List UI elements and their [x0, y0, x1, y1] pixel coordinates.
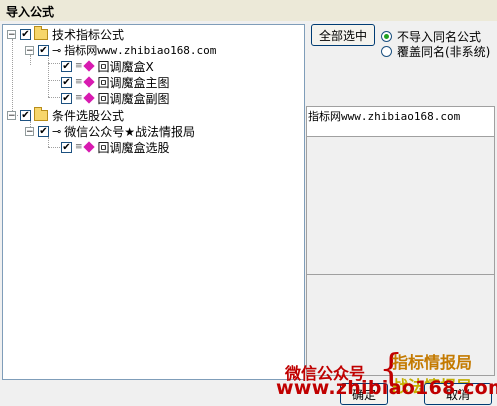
- tree-line: [48, 147, 60, 148]
- collapse-icon[interactable]: −: [25, 45, 34, 55]
- formula-type-icon: ≡: [75, 142, 83, 152]
- source-label: 指标网www.zhibiao168.com: [64, 44, 217, 57]
- tree-line: [48, 55, 49, 97]
- collapse-icon[interactable]: −: [7, 110, 16, 120]
- tree-line: [48, 80, 60, 81]
- tree-node-source[interactable]: − ✔ ⊸ 微信公众号★战法情报局: [25, 123, 195, 139]
- formula-checkbox[interactable]: ✔: [61, 92, 72, 104]
- option-label: 覆盖同名(非系统): [397, 45, 491, 59]
- tree-node-formula[interactable]: ✔ ≡ 回调魔盒X: [61, 58, 154, 74]
- radio-button[interactable]: [381, 46, 392, 57]
- title-bar: 导入公式: [0, 0, 497, 22]
- tree-node-group[interactable]: − ✔ 条件选股公式: [7, 106, 125, 123]
- formula-type-icon: ≡: [75, 61, 83, 71]
- folder-icon: [34, 25, 48, 40]
- formula-checkbox[interactable]: ✔: [61, 60, 72, 72]
- formula-label: 回调魔盒选股: [97, 140, 170, 155]
- source-info-row: 指标网www.zhibiao168.com: [307, 107, 494, 137]
- formula-diamond-icon: [82, 60, 95, 72]
- group-checkbox[interactable]: ✔: [20, 109, 31, 121]
- collapse-icon[interactable]: −: [7, 29, 16, 39]
- source-info-text: 指标网www.zhibiao168.com: [308, 110, 461, 123]
- folder-icon: [34, 106, 48, 121]
- formula-label: 回调魔盒副图: [97, 91, 170, 106]
- info-panel: 指标网www.zhibiao168.com: [306, 106, 495, 376]
- group-label: 条件选股公式: [52, 108, 125, 123]
- formula-checkbox[interactable]: ✔: [61, 141, 72, 153]
- formula-label: 回调魔盒主图: [97, 75, 170, 90]
- watermark-brand-top: 指标情报局: [392, 353, 473, 372]
- formula-tree[interactable]: − ✔ 技术指标公式 − ✔ ⊸ 指标网www.zhibiao168.com ✔…: [2, 24, 305, 380]
- watermark-url: www.zhibiao168.com: [276, 377, 497, 399]
- source-label: 微信公众号★战法情报局: [64, 124, 195, 139]
- source-checkbox[interactable]: ✔: [38, 44, 49, 56]
- radio-button[interactable]: [381, 31, 392, 42]
- tree-node-formula[interactable]: ✔ ≡ 回调魔盒副图: [61, 90, 170, 106]
- formula-type-icon: ≡: [75, 93, 83, 103]
- collapse-icon[interactable]: −: [25, 126, 34, 136]
- formula-diamond-icon: [82, 92, 95, 104]
- formula-label: 回调魔盒X: [97, 59, 154, 74]
- option-overwrite[interactable]: 覆盖同名(非系统): [381, 43, 490, 60]
- description-area: [307, 137, 494, 275]
- key-icon: ⊸: [52, 124, 62, 138]
- tree-line: [48, 63, 60, 64]
- tree-node-group[interactable]: − ✔ 技术指标公式: [7, 25, 125, 42]
- select-all-button[interactable]: 全部选中: [311, 24, 375, 46]
- tree-line: [48, 97, 60, 98]
- tree-line: [12, 39, 13, 115]
- tree-node-formula[interactable]: ✔ ≡ 回调魔盒主图: [61, 74, 170, 90]
- group-label: 技术指标公式: [52, 27, 125, 42]
- formula-checkbox[interactable]: ✔: [61, 76, 72, 88]
- key-icon: ⊸: [52, 43, 62, 57]
- formula-diamond-icon: [82, 141, 95, 153]
- window-title: 导入公式: [6, 5, 55, 19]
- formula-type-icon: ≡: [75, 77, 83, 87]
- import-dialog: − ✔ 技术指标公式 − ✔ ⊸ 指标网www.zhibiao168.com ✔…: [0, 21, 497, 406]
- source-checkbox[interactable]: ✔: [38, 125, 49, 137]
- tree-node-formula[interactable]: ✔ ≡ 回调魔盒选股: [61, 139, 170, 155]
- formula-diamond-icon: [82, 76, 95, 88]
- group-checkbox[interactable]: ✔: [20, 28, 31, 40]
- tree-node-source[interactable]: − ✔ ⊸ 指标网www.zhibiao168.com: [25, 42, 216, 58]
